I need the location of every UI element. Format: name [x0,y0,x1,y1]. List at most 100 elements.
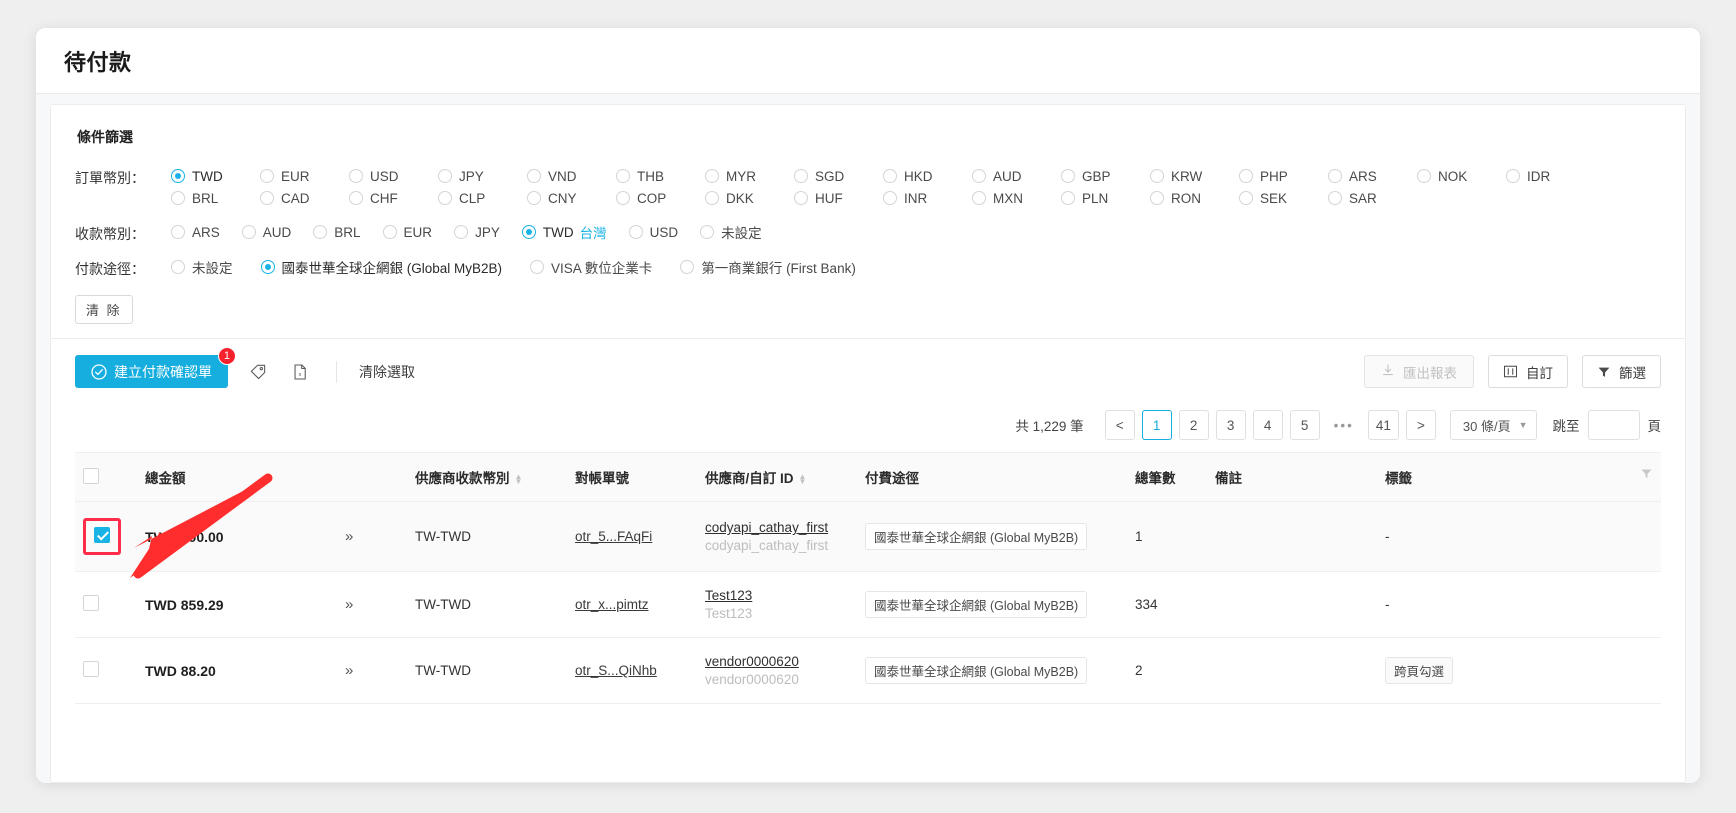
sort-icon[interactable]: ▲ ▼ [515,473,523,486]
row-checkbox[interactable] [83,595,99,611]
order-currency-option-huf[interactable]: HUF [794,187,883,209]
radio-label: IDR [1527,168,1551,184]
payment-channel-option[interactable]: 未設定 [171,256,233,278]
receive-currency-option-jpy[interactable]: JPY [454,221,500,243]
create-payment-confirmation-button[interactable]: 建立付款確認單 1 [75,347,236,388]
order-currency-option-gbp[interactable]: GBP [1061,165,1150,187]
payment-channel-option[interactable]: 國泰世華全球企網銀 (Global MyB2B) [260,256,502,278]
order-currency-option-php[interactable]: PHP [1239,165,1328,187]
receive-currency-filter: 收款幣別： ARS AUD BRL EUR JPY TWD 台灣 USD 未設定 [75,221,1661,244]
payment-channel-option[interactable]: VISA 數位企業卡 [530,256,652,278]
pagination-page-1[interactable]: 1 [1141,410,1172,440]
radio-indicator [260,169,274,183]
order-currency-option-twd[interactable]: TWD [171,165,260,187]
file-excel-icon[interactable]: x [288,360,312,384]
radio-indicator [883,169,897,183]
order-currency-option-hkd[interactable]: HKD [883,165,972,187]
table-row[interactable]: TWD 200.00 » TW-TWD otr_5...FAqFi codyapi_ca… [75,501,1661,572]
vendor-id-link[interactable]: codyapi_cathay_first [705,520,849,535]
payment-channel-option[interactable]: 第一商業銀行 (First Bank) [680,256,856,278]
radio-indicator [313,225,328,239]
order-currency-option-aud[interactable]: AUD [972,165,1061,187]
statement-no-link[interactable]: otr_5...FAqFi [575,529,652,544]
order-currency-option-dkk[interactable]: DKK [705,187,794,209]
cell-statement-no[interactable]: otr_5...FAqFi [567,501,697,572]
pagination-page-4[interactable]: 4 [1252,410,1283,440]
row-checkbox[interactable] [94,527,110,543]
order-currency-option-vnd[interactable]: VND [527,165,616,187]
tag-icon[interactable] [246,360,270,384]
export-report-button[interactable]: 匯出報表 [1364,355,1474,388]
customize-columns-button[interactable]: 自訂 [1488,355,1568,388]
cell-expand[interactable]: » [337,637,407,704]
row-select-cell[interactable] [75,571,137,638]
statement-no-link[interactable]: otr_x...pimtz [575,597,649,612]
receive-currency-option-未設定[interactable]: 未設定 [700,221,762,243]
receive-currency-option-usd[interactable]: USD [628,221,678,243]
table-row[interactable]: TWD 859.29» TW-TWD otr_x...pimtz Test123 Tes… [75,571,1661,638]
order-currency-option-myr[interactable]: MYR [705,165,794,187]
order-currency-option-thb[interactable]: THB [616,165,705,187]
page-size-select[interactable]: 30 條/頁 ▼ [1449,410,1537,440]
column-header-vendor_currency[interactable]: 供應商收款幣別 ▲ ▼ [407,452,567,502]
order-currency-option-chf[interactable]: CHF [349,187,438,209]
count-value: 334 [1135,597,1158,612]
row-checkbox[interactable] [83,661,99,677]
order-currency-option-pln[interactable]: PLN [1061,187,1150,209]
statement-no-link[interactable]: otr_S...QiNhb [575,663,657,678]
order-currency-option-usd[interactable]: USD [349,165,438,187]
order-currency-option-krw[interactable]: KRW [1150,165,1239,187]
radio-label: BRL [192,190,219,206]
table-row[interactable]: TWD 88.20 » TW-TWD otr_S...QiNhb vendor00006… [75,637,1661,704]
vendor-id-sub: vendor0000620 [705,672,799,687]
row-select-cell[interactable] [75,501,137,572]
order-currency-option-inr[interactable]: INR [883,187,972,209]
receive-currency-option-aud[interactable]: AUD [241,221,291,243]
column-header-vendor_id[interactable]: 供應商/自訂 ID ▲ ▼ [697,452,857,502]
filter-button-label: 篩選 [1619,365,1646,381]
filter-button[interactable]: 篩選 [1582,355,1661,388]
pagination-page-5[interactable]: 5 [1289,410,1320,440]
toolbar-separator [336,360,337,383]
clear-filters-button[interactable]: 清 除 [75,295,133,324]
row-select-cell[interactable] [75,637,137,704]
order-currency-option-ars[interactable]: ARS [1328,165,1417,187]
receive-currency-option-ars[interactable]: ARS [171,221,220,243]
order-currency-option-mxn[interactable]: MXN [972,187,1061,209]
order-currency-option-clp[interactable]: CLP [438,187,527,209]
vendor-id-link[interactable]: vendor0000620 [705,654,849,669]
sort-icon[interactable]: ▲ ▼ [799,473,807,486]
order-currency-option-sgd[interactable]: SGD [794,165,883,187]
order-currency-option-sek[interactable]: SEK [1239,187,1328,209]
order-currency-option-brl[interactable]: BRL [171,187,260,209]
order-currency-option-cop[interactable]: COP [616,187,705,209]
pagination-prev[interactable]: < [1104,410,1135,440]
order-currency-option-sar[interactable]: SAR [1328,187,1417,209]
jump-page-input[interactable] [1587,410,1640,440]
clear-selection-link[interactable]: 清除選取 [359,362,415,382]
cell-statement-no[interactable]: otr_S...QiNhb [567,637,697,704]
order-currency-option-idr[interactable]: IDR [1506,165,1595,187]
order-currency-option-cny[interactable]: CNY [527,187,616,209]
receive-currency-option-twd[interactable]: TWD 台灣 [521,221,607,243]
pagination-next[interactable]: > [1405,410,1436,440]
cell-statement-no[interactable]: otr_x...pimtz [567,571,697,638]
cell-expand[interactable]: » [337,501,407,572]
order-currency-option-ron[interactable]: RON [1150,187,1239,209]
vendor-id-link[interactable]: Test123 [705,588,849,603]
expand-row-icon[interactable]: » [345,528,353,545]
order-currency-option-eur[interactable]: EUR [260,165,349,187]
column-filter-icon[interactable] [1640,467,1653,483]
receive-currency-option-brl[interactable]: BRL [313,221,361,243]
receive-currency-option-eur[interactable]: EUR [382,221,432,243]
pagination-page-2[interactable]: 2 [1178,410,1209,440]
expand-row-icon[interactable]: » [345,662,353,679]
pagination-page-3[interactable]: 3 [1215,410,1246,440]
pagination-last-page[interactable]: 41 [1367,410,1399,440]
order-currency-option-nok[interactable]: NOK [1417,165,1506,187]
order-currency-option-cad[interactable]: CAD [260,187,349,209]
cell-expand[interactable]: » [337,571,407,638]
order-currency-option-jpy[interactable]: JPY [438,165,527,187]
expand-row-icon[interactable]: » [345,596,353,613]
select-all-checkbox[interactable] [83,467,99,484]
